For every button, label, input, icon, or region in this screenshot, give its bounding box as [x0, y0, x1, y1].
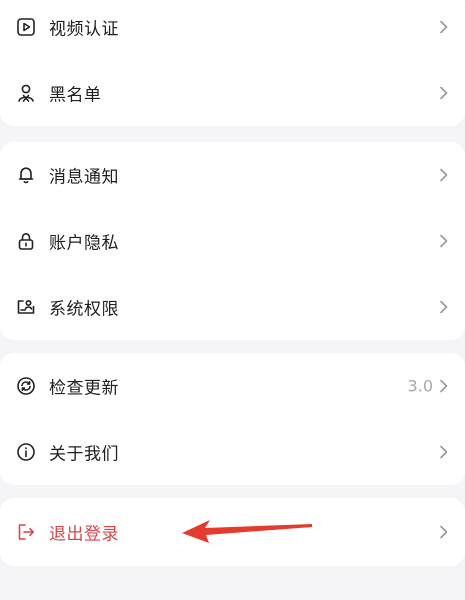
chevron-right-icon — [439, 300, 449, 314]
menu-item-account-privacy[interactable]: 账户隐私 — [0, 208, 465, 274]
annotation-arrow-icon — [182, 520, 312, 543]
bell-icon — [16, 165, 36, 185]
chevron-right-icon — [439, 234, 449, 248]
menu-item-label: 退出登录 — [49, 524, 119, 545]
menu-item-label: 检查更新 — [49, 378, 119, 399]
menu-item-label: 账户隐私 — [49, 233, 119, 254]
logout-icon — [16, 522, 36, 542]
settings-card-account: 视频认证 黑名单 — [0, 0, 465, 126]
menu-item-label: 黑名单 — [49, 85, 102, 106]
menu-item-system-permissions[interactable]: 系统权限 — [0, 274, 465, 340]
chevron-right-icon — [439, 379, 449, 393]
menu-item-check-update[interactable]: 检查更新 3.0 — [0, 353, 465, 419]
play-square-icon — [16, 17, 36, 37]
settings-card-privacy: 消息通知 账户隐私 系统权限 — [0, 142, 465, 340]
menu-item-label: 关于我们 — [49, 444, 119, 465]
lock-icon — [16, 231, 36, 251]
chevron-right-icon — [439, 168, 449, 182]
id-card-icon — [16, 297, 36, 317]
info-icon — [16, 442, 36, 462]
chevron-right-icon — [439, 525, 449, 539]
menu-item-notifications[interactable]: 消息通知 — [0, 142, 465, 208]
settings-page: 视频认证 黑名单 消息通知 账户隐私 系统权限 检查更新 3.0 关于我们 退出… — [0, 0, 465, 600]
chevron-right-icon — [439, 20, 449, 34]
chevron-right-icon — [439, 86, 449, 100]
version-value: 3.0 — [407, 376, 433, 396]
settings-card-about: 检查更新 3.0 关于我们 — [0, 353, 465, 485]
menu-item-about-us[interactable]: 关于我们 — [0, 419, 465, 485]
menu-item-label: 消息通知 — [49, 167, 119, 188]
menu-item-label: 视频认证 — [49, 19, 119, 40]
person-icon — [16, 83, 36, 103]
chevron-right-icon — [439, 445, 449, 459]
refresh-icon — [16, 376, 36, 396]
menu-item-video-verification[interactable]: 视频认证 — [0, 0, 465, 60]
menu-item-blacklist[interactable]: 黑名单 — [0, 60, 465, 126]
menu-item-label: 系统权限 — [49, 299, 119, 320]
